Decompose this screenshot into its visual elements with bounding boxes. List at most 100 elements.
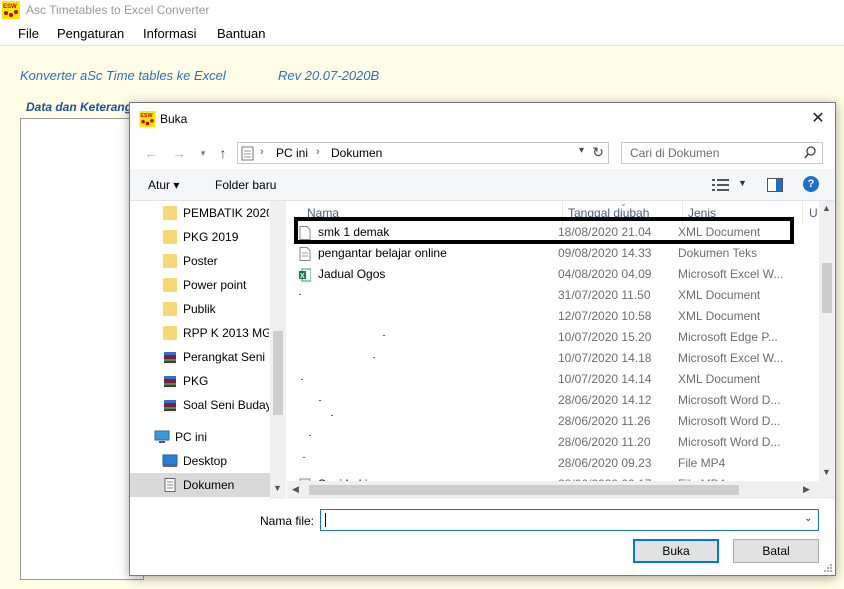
filename-input[interactable] [320,509,819,531]
folder-icon [163,278,177,292]
tree-item-perangkat-seni[interactable]: Perangkat Seni B [130,345,270,369]
redacted-mark [373,357,375,358]
new-folder-button[interactable]: Folder baru [215,178,276,192]
app-version: Rev 20.07-2020B [278,68,380,83]
file-row[interactable]: 28/06/2020 14.12 Microsoft Word D... [297,390,817,411]
navigation-tree: PEMBATIK 2020 PKG 2019 Poster Power poin… [130,201,286,499]
documents-icon [164,478,176,492]
folder-icon [163,254,177,268]
redacted-mark [383,335,385,336]
scrollbar-corner [819,481,835,499]
archive-icon [164,400,176,411]
address-dropdown-icon[interactable]: ▾ [579,145,584,156]
file-row[interactable]: 28/06/2020 09.23 File MP4 [297,453,817,474]
back-arrow-icon[interactable]: ← [142,144,160,162]
excel-file-icon: X [299,268,311,282]
open-button[interactable]: Buka [633,539,719,563]
navigation-row: ← → ▾ ↑ › PC ini › Dokumen ▾ ↻ Cari di D… [130,135,835,169]
scroll-up-arrow-icon[interactable]: ▲ [822,203,831,213]
file-list-scrollbar-thumb[interactable] [822,263,832,313]
dialog-toolbar: Atur ▾ Folder baru ▼ ? [130,169,835,201]
view-dropdown-icon[interactable]: ▼ [738,178,747,188]
address-bar[interactable]: › PC ini › Dokumen ▾ ↻ [237,142,609,164]
file-row[interactable]: 10/07/2020 14.18 Microsoft Excel W... [297,348,817,369]
search-box[interactable]: Cari di Dokumen [621,142,823,164]
scroll-left-arrow-icon[interactable]: ◀ [292,484,299,495]
dialog-titlebar: ESW Buka ✕ [130,103,835,135]
file-row-jadual-ogos[interactable]: X Jadual Ogos 04/08/2020 04.09 Microsoft… [297,264,817,285]
scroll-down-arrow-icon[interactable]: ▼ [822,467,831,477]
text-file-icon [299,247,311,261]
forward-arrow-icon[interactable]: → [170,144,188,162]
view-options-icon[interactable] [712,178,730,192]
file-list-horizontal-scrollbar[interactable]: ◀ ▶ [287,481,819,499]
file-list-vertical-scrollbar[interactable]: ▲ ▼ [819,201,835,481]
file-row[interactable]: 28/06/2020 11.26 Microsoft Word D... [297,411,817,432]
folder-icon [163,206,177,220]
menu-file[interactable]: File [18,26,39,41]
tree-item-documents[interactable]: Dokumen [130,473,270,497]
file-row[interactable]: 10/07/2020 15.20 Microsoft Edge P... [297,327,817,348]
redacted-mark [301,379,303,380]
app-title: Asc Timetables to Excel Converter [26,3,210,17]
tree-scrollbar[interactable]: ▼ [270,201,286,499]
scroll-down-arrow-icon[interactable]: ▼ [273,483,282,493]
tree-item-pkg[interactable]: PKG [130,369,270,393]
resize-grip-icon[interactable] [823,563,833,573]
text-caret [325,513,326,527]
file-row-pengantar[interactable]: pengantar belajar online 09/08/2020 14.3… [297,243,817,264]
tree-item-pkg-2019[interactable]: PKG 2019 [130,225,270,249]
breadcrumb-separator-icon: › [316,146,320,158]
app-titlebar: ESW Asc Timetables to Excel Converter [0,0,844,22]
app-logo-icon: ESW [2,1,20,19]
tree-item-pembatik-2020[interactable]: PEMBATIK 2020 [130,201,270,225]
refresh-icon[interactable]: ↻ [592,144,604,161]
folder-icon [163,302,177,316]
redacted-mark [299,294,301,295]
tree-item-this-pc[interactable]: PC ini [130,425,270,449]
breadcrumb-separator-icon: › [260,146,264,158]
column-header-size[interactable]: U [809,206,818,220]
menu-settings[interactable]: Pengaturan [57,26,124,41]
tree-item-rpp-k-2013[interactable]: RPP K 2013 MGN [130,321,270,345]
search-icon[interactable] [804,146,816,160]
preview-pane-icon[interactable] [767,178,783,192]
svg-text:X: X [300,273,305,280]
tree-item-poster[interactable]: Poster [130,249,270,273]
redacted-mark [319,400,321,401]
filename-dropdown-icon[interactable]: ⌄ [804,513,812,524]
breadcrumb-pc[interactable]: PC ini [276,146,308,160]
cancel-button[interactable]: Batal [733,539,819,563]
organize-button[interactable]: Atur ▾ [148,178,179,192]
redacted-mark [309,435,311,436]
recent-locations-chevron-icon[interactable]: ▾ [194,144,212,162]
file-row[interactable]: 31/07/2020 11.50 XML Document [297,285,817,306]
close-icon[interactable]: ✕ [807,109,829,129]
horizontal-scrollbar-thumb[interactable] [309,485,739,495]
archive-icon [164,376,176,387]
dialog-title: Buka [160,112,188,126]
tree-scrollbar-thumb[interactable] [273,331,283,415]
search-placeholder: Cari di Dokumen [630,146,720,160]
menu-information[interactable]: Informasi [143,26,196,41]
scroll-right-arrow-icon[interactable]: ▶ [803,484,810,495]
selection-highlight-frame [294,217,794,244]
file-row[interactable]: 10/07/2020 14.14 XML Document [297,369,817,390]
redacted-mark [303,457,305,458]
folder-icon [163,326,177,340]
tree-item-publik[interactable]: Publik [130,297,270,321]
folder-icon [163,230,177,244]
breadcrumb-documents[interactable]: Dokumen [331,146,382,160]
computer-icon [154,430,170,443]
tree-item-soal-seni-budaya[interactable]: Soal Seni Budaya [130,393,270,417]
file-row[interactable]: 28/06/2020 11.20 Microsoft Word D... [297,432,817,453]
help-icon[interactable]: ? [803,176,819,192]
tree-item-power-point[interactable]: Power point [130,273,270,297]
dialog-app-icon: ESW [139,111,156,127]
app-menubar: File Pengaturan Informasi Bantuan [0,22,844,46]
menu-help[interactable]: Bantuan [217,26,265,41]
archive-icon [164,352,176,363]
tree-item-desktop[interactable]: Desktop [130,449,270,473]
file-row[interactable]: 12/07/2020 10.58 XML Document [297,306,817,327]
up-arrow-icon[interactable]: ↑ [214,144,232,162]
